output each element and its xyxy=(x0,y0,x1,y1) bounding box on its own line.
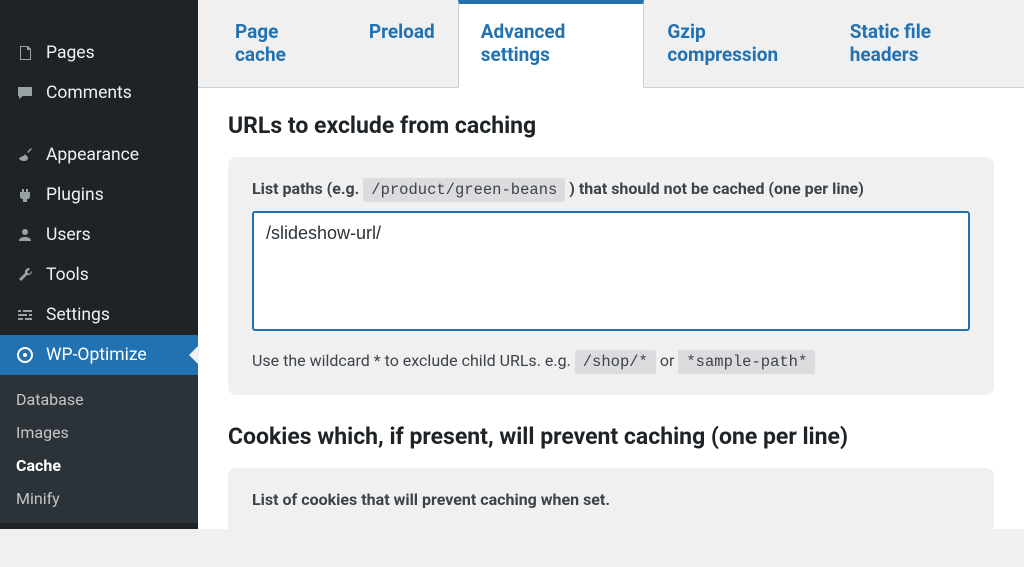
tab-gzip[interactable]: Gzip compression xyxy=(644,0,826,88)
sidebar-item-settings[interactable]: Settings xyxy=(0,295,198,335)
hint-pre: Use the wildcard * to exclude child URLs… xyxy=(252,351,575,370)
main-content: Page cache Preload Advanced settings Gzi… xyxy=(198,0,1024,529)
sidebar-label: Settings xyxy=(46,305,110,325)
section-title-cookies: Cookies which, if present, will prevent … xyxy=(228,423,994,450)
sidebar-item-tools[interactable]: Tools xyxy=(0,255,198,295)
section-title-urls: URLs to exclude from caching xyxy=(228,112,994,139)
sidebar-item-blank[interactable] xyxy=(0,0,198,33)
hint-mid: or xyxy=(660,351,679,370)
sidebar-label: Pages xyxy=(46,43,95,63)
wildcard-hint: Use the wildcard * to exclude child URLs… xyxy=(252,351,970,371)
tab-bar: Page cache Preload Advanced settings Gzi… xyxy=(198,0,1024,88)
tab-static-headers[interactable]: Static file headers xyxy=(827,0,1010,88)
sidebar-label: WP-Optimize xyxy=(46,345,147,365)
sidebar-item-pages[interactable]: Pages xyxy=(0,33,198,73)
example-path-chip: /product/green-beans xyxy=(363,178,565,202)
pages-icon xyxy=(14,42,36,64)
sidebar-item-wpoptimize[interactable]: WP-Optimize xyxy=(0,335,198,375)
tab-preload[interactable]: Preload xyxy=(346,0,458,88)
tab-advanced-settings[interactable]: Advanced settings xyxy=(458,0,645,88)
comments-icon xyxy=(14,82,36,104)
wildcard-example-1: /shop/* xyxy=(575,350,656,374)
plug-icon xyxy=(14,184,36,206)
wildcard-example-2: *sample-path* xyxy=(678,350,815,374)
exclude-urls-panel: List paths (e.g. /product/green-beans ) … xyxy=(228,157,994,395)
submenu-images[interactable]: Images xyxy=(0,416,198,449)
brush-icon xyxy=(14,144,36,166)
sidebar-label: Comments xyxy=(46,83,132,103)
wpoptimize-icon xyxy=(14,344,36,366)
tab-page-cache[interactable]: Page cache xyxy=(212,0,346,88)
tab-content: URLs to exclude from caching List paths … xyxy=(198,88,1024,567)
sidebar-item-comments[interactable]: Comments xyxy=(0,73,198,113)
sidebar-item-plugins[interactable]: Plugins xyxy=(0,175,198,215)
submenu-cache[interactable]: Cache xyxy=(0,449,198,482)
admin-sidebar: Pages Comments Appearance Plugins Users … xyxy=(0,0,198,529)
sidebar-label: Users xyxy=(46,225,91,245)
sidebar-item-appearance[interactable]: Appearance xyxy=(0,135,198,175)
cookies-label: List of cookies that will prevent cachin… xyxy=(252,490,970,509)
sidebar-label: Tools xyxy=(46,265,89,285)
sidebar-submenu: Database Images Cache Minify xyxy=(0,375,198,523)
sidebar-label: Plugins xyxy=(46,185,104,205)
sidebar-item-users[interactable]: Users xyxy=(0,215,198,255)
submenu-minify[interactable]: Minify xyxy=(0,482,198,515)
exclude-urls-label: List paths (e.g. /product/green-beans ) … xyxy=(252,179,970,199)
label-post: ) that should not be cached (one per lin… xyxy=(569,179,864,198)
sidebar-label: Appearance xyxy=(46,145,139,165)
exclude-urls-textarea[interactable] xyxy=(252,211,970,331)
post-icon xyxy=(14,9,36,31)
wrench-icon xyxy=(14,264,36,286)
sliders-icon xyxy=(14,304,36,326)
label-pre: List paths (e.g. xyxy=(252,179,363,198)
cookies-panel: List of cookies that will prevent cachin… xyxy=(228,468,994,545)
submenu-database[interactable]: Database xyxy=(0,383,198,416)
user-icon xyxy=(14,224,36,246)
